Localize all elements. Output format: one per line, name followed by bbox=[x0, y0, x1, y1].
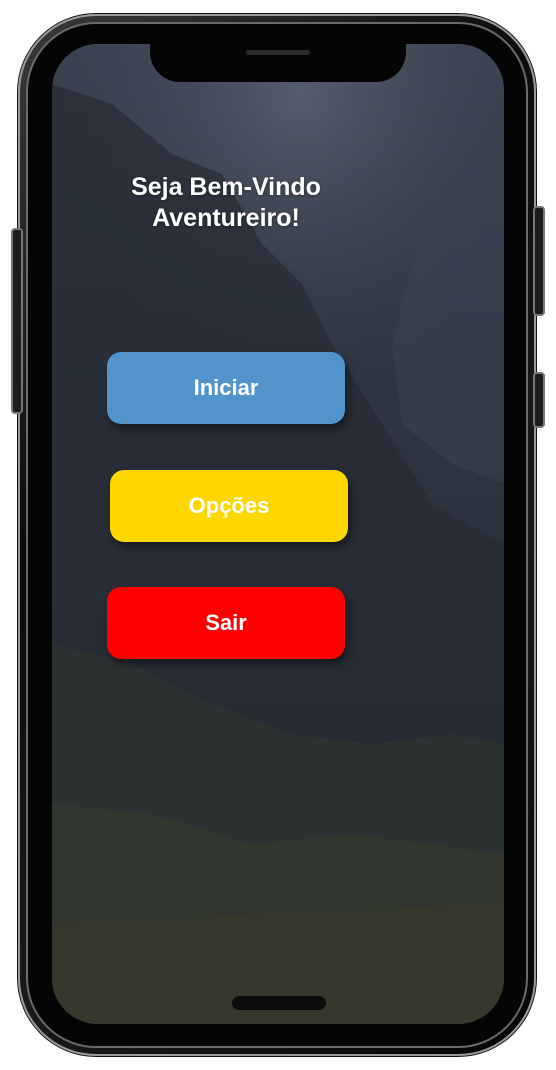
volume-button bbox=[11, 228, 23, 414]
welcome-title-line2: Aventureiro! bbox=[152, 204, 300, 232]
side-button bbox=[533, 372, 545, 428]
exit-button[interactable]: Sair bbox=[107, 587, 345, 659]
options-button[interactable]: Opções bbox=[110, 470, 348, 542]
welcome-title-line1: Seja Bem-Vindo bbox=[131, 173, 321, 201]
start-button[interactable]: Iniciar bbox=[107, 352, 345, 424]
power-button bbox=[533, 206, 545, 316]
welcome-title: Seja Bem-Vindo Aventureiro! bbox=[60, 172, 392, 234]
home-indicator[interactable] bbox=[232, 996, 326, 1010]
notch bbox=[150, 36, 406, 82]
speaker-grille bbox=[246, 50, 310, 55]
